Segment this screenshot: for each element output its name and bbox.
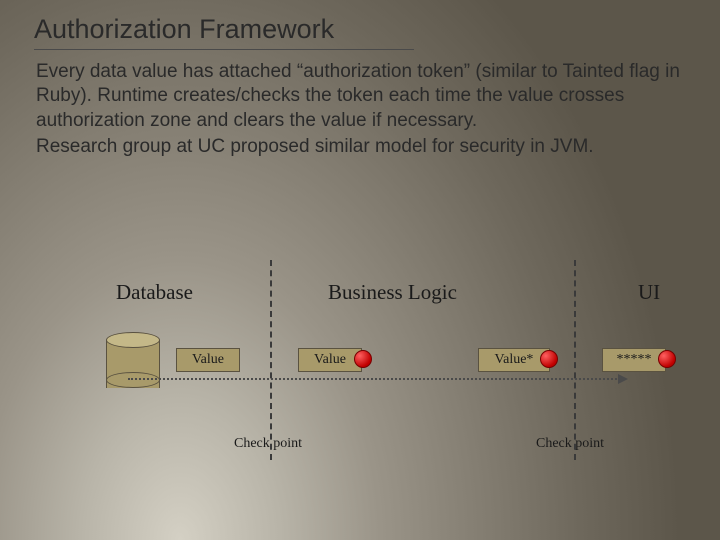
zone-label-business-logic: Business Logic	[328, 280, 457, 305]
zone-label-database: Database	[116, 280, 193, 305]
checkpoint-divider-2	[574, 260, 576, 460]
zone-label-ui: UI	[638, 280, 660, 305]
token-dot-icon	[354, 350, 372, 368]
body-paragraph-2: Research group at UC proposed similar mo…	[36, 135, 684, 159]
flow-arrow-head-icon	[618, 374, 628, 384]
body-paragraph-1: Every data value has attached “authoriza…	[36, 60, 684, 133]
value-box-2: Value	[298, 348, 362, 372]
checkpoint-label-1: Check point	[234, 436, 302, 452]
token-dot-icon	[540, 350, 558, 368]
checkpoint-divider-1	[270, 260, 272, 460]
value-box-4: *****	[602, 348, 666, 372]
flow-arrow-line	[128, 378, 620, 380]
token-dot-icon	[658, 350, 676, 368]
checkpoint-label-2: Check point	[536, 436, 604, 452]
slide-title: Authorization Framework	[34, 14, 414, 50]
value-box-1: Value	[176, 348, 240, 372]
slide-body: Every data value has attached “authoriza…	[36, 60, 684, 161]
